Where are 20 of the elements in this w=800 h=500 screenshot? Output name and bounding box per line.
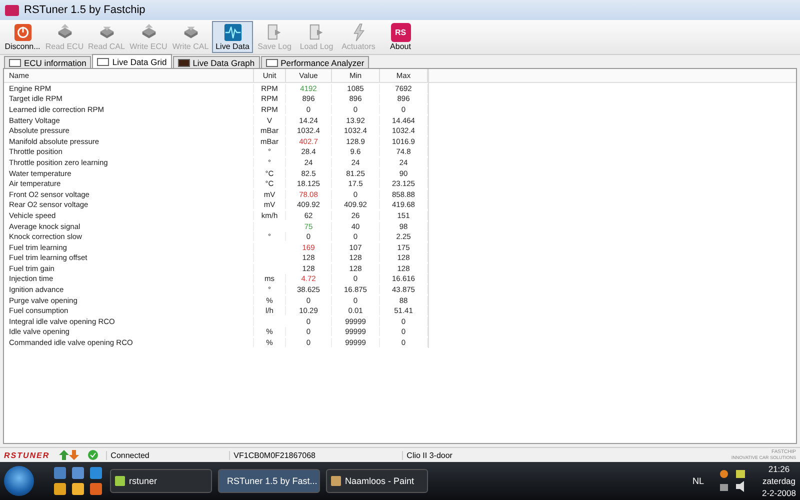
taskbar-button[interactable]: Naamloos - Paint bbox=[326, 469, 428, 493]
tab[interactable]: Live Data Graph bbox=[172, 56, 260, 68]
vin-number: VF1CB0M0F21867068 bbox=[228, 450, 394, 460]
taskbar-button[interactable]: RSTuner 1.5 by Fast... bbox=[218, 469, 320, 493]
clock-time: 21:26 bbox=[768, 463, 790, 475]
vehicle-model: Clio II 3-door bbox=[402, 450, 507, 460]
taskbar-button[interactable]: rstuner bbox=[110, 469, 212, 493]
tab[interactable]: Performance Analyzer bbox=[260, 56, 370, 68]
rs-logo: RS bbox=[390, 23, 410, 42]
clock-day: zaterdag bbox=[762, 475, 796, 487]
toolbar-button[interactable]: RS About bbox=[380, 21, 421, 53]
clock-date: 2-2-2008 bbox=[762, 487, 796, 499]
brand-logo: RSTUNER bbox=[4, 450, 50, 460]
toolbar-button[interactable]: Live Data bbox=[212, 21, 253, 53]
language-indicator[interactable]: NL bbox=[692, 476, 704, 486]
window-title: RSTuner 1.5 by Fastchip bbox=[24, 4, 146, 16]
toolbar-button[interactable]: Disconn... bbox=[2, 21, 43, 53]
tab[interactable]: ECU information bbox=[4, 56, 92, 68]
tab[interactable]: Live Data Grid bbox=[92, 54, 172, 68]
connection-status: Connected bbox=[106, 450, 221, 460]
